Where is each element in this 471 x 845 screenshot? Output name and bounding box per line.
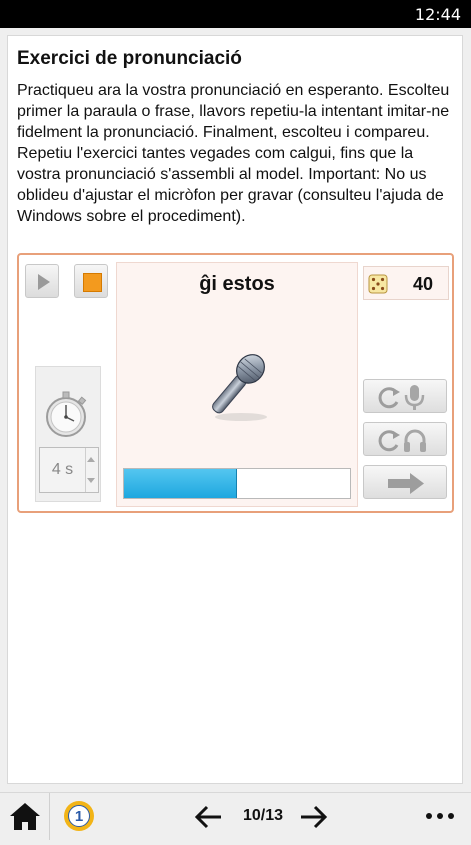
- arrow-right-icon: [388, 473, 424, 494]
- score-value: 40: [412, 274, 433, 294]
- page-indicator: 10/13: [242, 807, 284, 824]
- stop-button[interactable]: [74, 264, 108, 298]
- playback-progress-fill: [124, 469, 237, 498]
- home-button[interactable]: [0, 793, 50, 840]
- level-badge-number: 1: [68, 805, 90, 827]
- delay-stepper[interactable]: 4 s: [39, 447, 99, 493]
- exercise-card: Exercici de pronunciació Practiqueu ara …: [7, 35, 463, 784]
- dice-icon: [368, 274, 388, 294]
- level-badge[interactable]: 1: [64, 801, 94, 831]
- delay-value: 4 s: [40, 448, 86, 492]
- repeat-listen-button[interactable]: [363, 422, 447, 456]
- score-box: 40: [363, 266, 449, 300]
- repeat-headphones-icon: [378, 429, 426, 452]
- target-word: ĝi estos: [199, 273, 275, 295]
- home-icon: [10, 803, 40, 830]
- stepper-down-icon[interactable]: [87, 478, 95, 483]
- stepper-up-icon[interactable]: [87, 457, 95, 462]
- pronunciation-panel: 4 s ĝi estos 40: [17, 253, 454, 513]
- play-button[interactable]: [25, 264, 59, 298]
- next-step-button[interactable]: [363, 465, 447, 499]
- status-bar: 12:44: [0, 0, 471, 28]
- page-title: Exercici de pronunciació: [17, 48, 242, 69]
- arrow-right-nav-icon[interactable]: [299, 804, 329, 830]
- arrow-left-icon[interactable]: [193, 804, 223, 830]
- stopwatch-icon: [46, 391, 87, 437]
- repeat-microphone-icon: [378, 385, 425, 410]
- bottom-toolbar: 1 10/13: [0, 792, 471, 840]
- microphone-icon: [212, 354, 267, 421]
- repeat-record-button[interactable]: [363, 379, 447, 413]
- word-stage: ĝi estos: [116, 262, 358, 507]
- instructions-text: Practiqueu ara la vostra pronunciació en…: [17, 82, 450, 225]
- delay-timer: 4 s: [35, 366, 101, 502]
- more-options-icon[interactable]: [420, 809, 460, 823]
- status-time: 12:44: [414, 5, 461, 24]
- playback-progress: [123, 468, 351, 499]
